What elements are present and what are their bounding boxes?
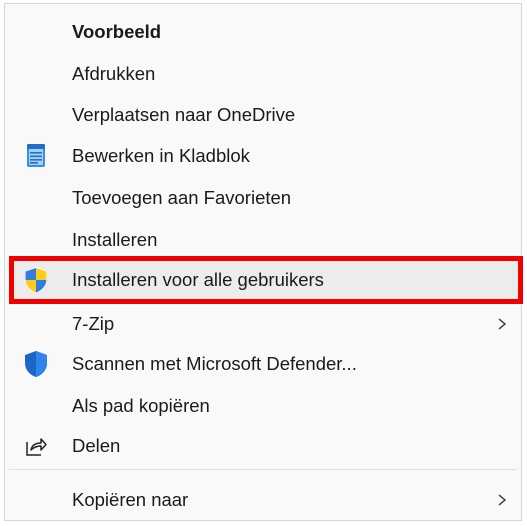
menu-item-toevoegen-aan-favorieten[interactable]: Toevoegen aan Favorieten bbox=[5, 179, 521, 217]
context-menu: Voorbeeld Afdrukken Verplaatsen naar One… bbox=[4, 3, 523, 521]
menu-item-scannen-met-microsoft-defender[interactable]: Scannen met Microsoft Defender... bbox=[5, 345, 521, 383]
chevron-right-icon bbox=[498, 494, 507, 506]
menu-item-label: Als pad kopiëren bbox=[72, 395, 210, 416]
menu-item-label: 7-Zip bbox=[72, 313, 115, 334]
menu-item-delen[interactable]: Delen bbox=[5, 427, 521, 465]
share-icon bbox=[21, 431, 51, 461]
menu-item-label: Bewerken in Kladblok bbox=[72, 145, 250, 166]
menu-item-verplaatsen-naar-onedrive[interactable]: Verplaatsen naar OneDrive bbox=[5, 96, 521, 134]
chevron-right-icon bbox=[498, 318, 507, 330]
menu-item-label: Installeren bbox=[72, 229, 158, 250]
menu-item-label: Voorbeeld bbox=[72, 21, 162, 42]
notepad-icon bbox=[21, 141, 51, 171]
menu-item-afdrukken[interactable]: Afdrukken bbox=[5, 55, 521, 93]
menu-item-7-zip[interactable]: 7-Zip bbox=[5, 305, 521, 343]
menu-item-installeren[interactable]: Installeren bbox=[5, 221, 521, 259]
menu-item-kopieren-naar[interactable]: Kopiëren naar bbox=[5, 481, 521, 519]
menu-item-label: Kopiëren naar bbox=[72, 489, 189, 510]
menu-item-voorbeeld[interactable]: Voorbeeld bbox=[5, 13, 521, 51]
menu-item-label: Delen bbox=[72, 435, 121, 456]
defender-shield-icon bbox=[21, 349, 51, 379]
menu-item-installeren-voor-alle-gebruikers[interactable]: Installeren voor alle gebruikers bbox=[9, 256, 523, 304]
menu-item-label: Afdrukken bbox=[72, 63, 156, 84]
menu-item-label: Installeren voor alle gebruikers bbox=[72, 269, 324, 290]
menu-item-als-pad-kopieren[interactable]: Als pad kopiëren bbox=[5, 387, 521, 425]
menu-item-bewerken-in-kladblok[interactable]: Bewerken in Kladblok bbox=[5, 137, 521, 175]
uac-shield-icon bbox=[21, 265, 51, 295]
menu-item-label: Toevoegen aan Favorieten bbox=[72, 187, 292, 208]
menu-item-label: Scannen met Microsoft Defender... bbox=[72, 353, 357, 374]
menu-item-label: Verplaatsen naar OneDrive bbox=[72, 104, 296, 125]
menu-separator bbox=[9, 469, 517, 470]
